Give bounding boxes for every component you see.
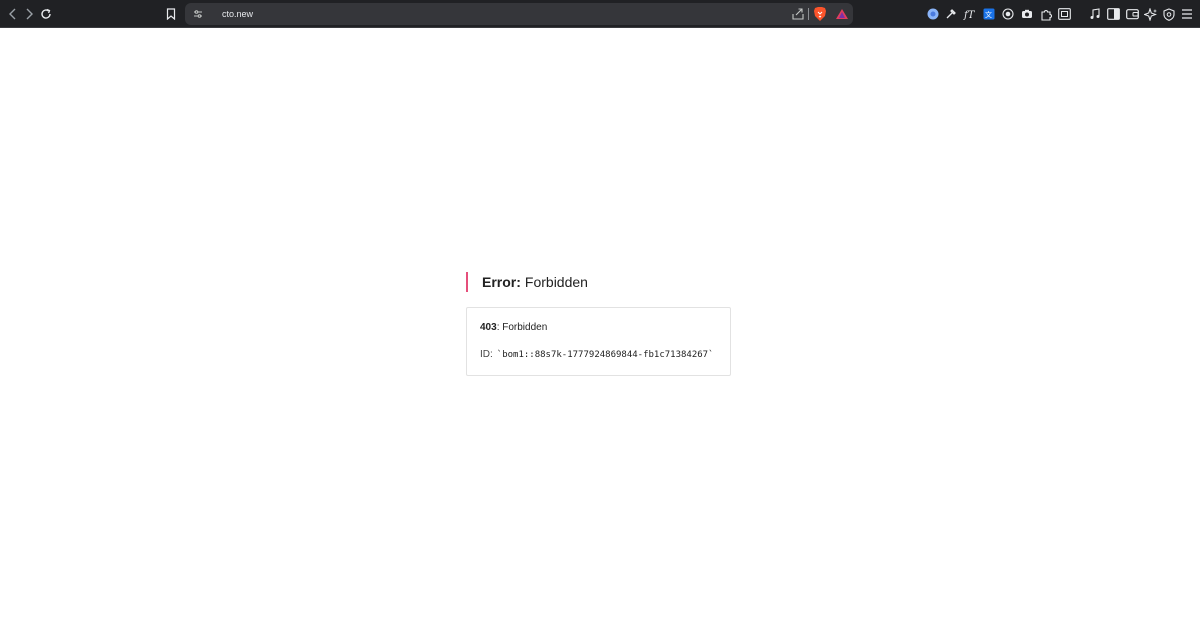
request-id-value: `bom1::88s7k-1777924869844-fb1c71384267` bbox=[496, 350, 714, 360]
request-id-line: ID: `bom1::88s7k-1777924869844-fb1c713842… bbox=[480, 349, 714, 360]
color-picker-icon[interactable] bbox=[944, 7, 958, 21]
record-icon[interactable] bbox=[1001, 7, 1015, 21]
chevron-left-icon bbox=[9, 8, 16, 20]
camera-icon[interactable] bbox=[1020, 7, 1034, 21]
sidebar-icon[interactable] bbox=[1106, 7, 1120, 21]
font-icon[interactable]: ƒT bbox=[963, 7, 977, 21]
leo-ai-icon[interactable] bbox=[1143, 7, 1157, 21]
status-line: 403: Forbidden bbox=[480, 322, 547, 333]
menu-icon[interactable] bbox=[1180, 7, 1194, 21]
brave-shields-button[interactable] bbox=[813, 6, 827, 22]
music-icon[interactable] bbox=[1088, 7, 1102, 21]
error-message: Forbidden bbox=[524, 274, 588, 290]
ext-circle-icon[interactable] bbox=[926, 7, 940, 21]
browser-toolbar: cto.new ƒT 文 bbox=[0, 0, 1200, 28]
address-bar[interactable]: cto.new bbox=[185, 3, 853, 25]
svg-text:文: 文 bbox=[985, 10, 992, 19]
status-text: : Forbidden bbox=[496, 322, 548, 333]
puzzle-icon[interactable] bbox=[1039, 7, 1053, 21]
error-heading: Error: Forbidden bbox=[466, 272, 588, 292]
error-details-card: 403: Forbidden ID: `bom1::88s7k-177792486… bbox=[466, 307, 731, 376]
bookmark-button[interactable] bbox=[162, 5, 180, 23]
brave-lion-icon bbox=[814, 7, 826, 21]
screenshot-icon[interactable] bbox=[1057, 7, 1071, 21]
error-label: Error: bbox=[482, 274, 521, 290]
reload-button[interactable] bbox=[36, 4, 56, 24]
reload-icon bbox=[41, 8, 51, 19]
omnibox-divider bbox=[808, 8, 809, 20]
site-info-button[interactable] bbox=[191, 7, 205, 21]
rewards-triangle-icon bbox=[836, 9, 848, 19]
brave-rewards-button[interactable] bbox=[835, 7, 849, 21]
bookmark-icon bbox=[166, 8, 176, 20]
request-id-label: ID: bbox=[480, 349, 493, 360]
wallet-icon[interactable] bbox=[1125, 7, 1139, 21]
status-code: 403 bbox=[480, 322, 497, 333]
vpn-shield-icon[interactable] bbox=[1162, 7, 1176, 21]
share-button[interactable] bbox=[791, 7, 805, 21]
tune-icon bbox=[194, 10, 202, 18]
chevron-right-icon bbox=[26, 8, 33, 20]
url-text[interactable]: cto.new bbox=[222, 7, 253, 21]
svg-text:ƒT: ƒT bbox=[963, 10, 976, 20]
translate-icon[interactable]: 文 bbox=[982, 7, 996, 21]
share-icon bbox=[792, 8, 804, 20]
